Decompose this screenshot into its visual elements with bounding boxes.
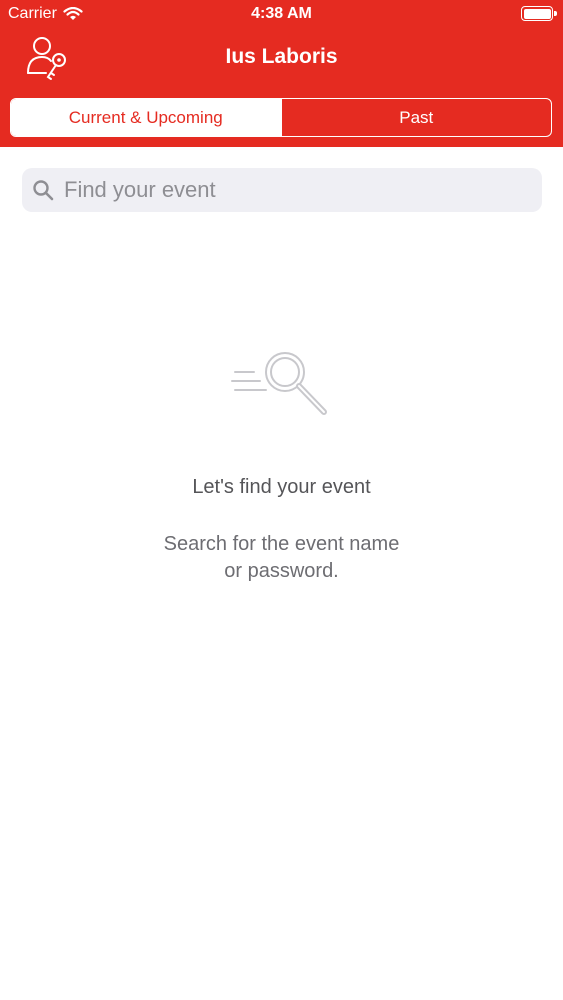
page-title: Ius Laboris [225, 45, 338, 68]
event-tabs: Current & Upcoming Past [10, 98, 552, 137]
empty-state-title: Let's find your event [192, 476, 371, 498]
app-header: Carrier 4:38 AM Ius Laboris Current & Up… [0, 0, 563, 147]
battery-level [523, 8, 551, 19]
search-icon [33, 180, 54, 201]
search-illustration-icon [231, 352, 327, 415]
status-bar: Carrier 4:38 AM [0, 0, 563, 28]
tab-past[interactable]: Past [280, 99, 552, 136]
battery-icon [521, 6, 557, 21]
status-time: 4:38 AM [251, 5, 312, 22]
empty-state-subtitle: Search for the event name or password. [0, 531, 563, 585]
empty-state-subtitle-line1: Search for the event name [163, 533, 400, 555]
search-bar[interactable] [22, 168, 542, 212]
empty-state-subtitle-line2: or password. [224, 560, 339, 582]
search-input[interactable] [64, 177, 524, 203]
tab-current-upcoming[interactable]: Current & Upcoming [11, 99, 281, 136]
